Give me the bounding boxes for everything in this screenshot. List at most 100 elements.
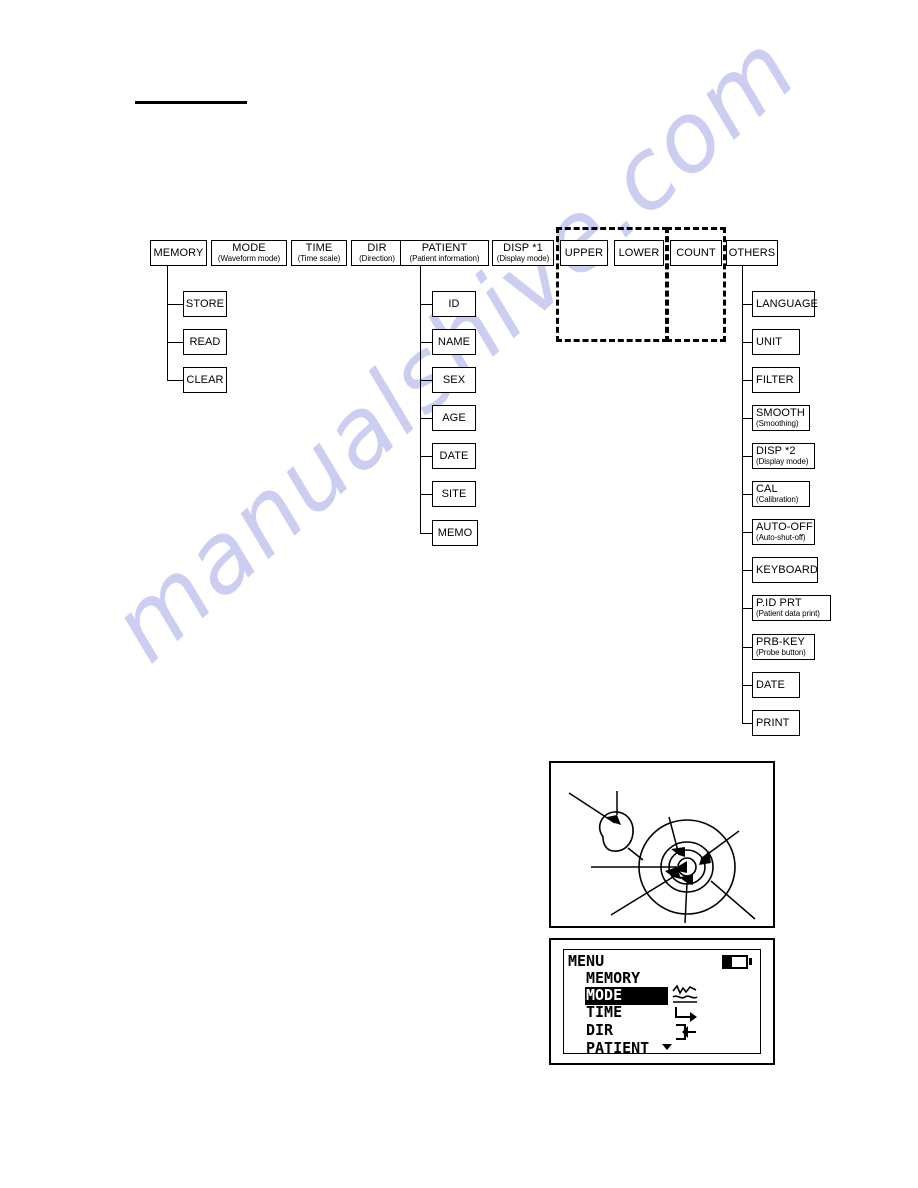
node-language[interactable]: LANGUAGE — [752, 291, 818, 317]
illustration-panel — [549, 761, 775, 928]
node-unit-label: UNIT — [756, 335, 783, 348]
node-count-label: COUNT — [676, 246, 716, 259]
connector-others-date — [742, 685, 752, 686]
connector-memory-clear — [167, 380, 183, 381]
node-mode[interactable]: MODE (Waveform mode) — [211, 240, 287, 266]
node-pid-prt[interactable]: P.ID PRT (Patient data print) — [752, 595, 831, 621]
node-print-label: PRINT — [756, 716, 790, 729]
node-patient[interactable]: PATIENT (Patient information) — [400, 240, 489, 266]
node-cal[interactable]: CAL (Calibration) — [752, 481, 810, 507]
connector-others-pidprt — [742, 608, 752, 609]
title-rule — [135, 101, 247, 104]
node-dir-label: DIR — [367, 242, 387, 254]
node-smooth-label: SMOOTH — [756, 407, 805, 419]
connector-patient-sex — [420, 380, 432, 381]
node-disp1[interactable]: DISP *1 (Display mode) — [492, 240, 554, 266]
node-language-label: LANGUAGE — [756, 297, 818, 310]
scroll-down-caret-icon[interactable] — [662, 1044, 672, 1050]
node-memory-label: MEMORY — [153, 246, 204, 259]
node-sex-label: SEX — [442, 373, 466, 386]
connector-patient-age — [420, 418, 432, 419]
node-smooth[interactable]: SMOOTH (Smoothing) — [752, 405, 810, 431]
lcd-screen-panel: MENU MEMORY MODE TIME DIR PATIENT — [549, 938, 775, 1065]
battery-icon — [722, 955, 748, 969]
node-disp1-sublabel: (Display mode) — [496, 254, 550, 263]
connector-others-filter — [742, 380, 752, 381]
node-filter-label: FILTER — [756, 373, 794, 386]
connector-others-cal — [742, 494, 752, 495]
node-id[interactable]: ID — [432, 291, 476, 317]
node-pid-prt-label: P.ID PRT — [756, 597, 802, 609]
connector-others-trunk — [742, 266, 743, 724]
node-filter[interactable]: FILTER — [752, 367, 800, 393]
node-memory[interactable]: MEMORY — [150, 240, 207, 266]
node-others[interactable]: OTHERS — [726, 240, 778, 266]
node-print[interactable]: PRINT — [752, 710, 800, 736]
node-name[interactable]: NAME — [432, 329, 476, 355]
node-id-label: ID — [448, 297, 460, 310]
page-canvas: manualshive.com MEMORY MODE (Waveform mo… — [0, 0, 918, 1188]
node-disp2-sublabel: (Display mode) — [756, 457, 809, 466]
node-clear[interactable]: CLEAR — [183, 367, 227, 393]
lcd-screen: MENU MEMORY MODE TIME DIR PATIENT — [563, 949, 761, 1056]
node-cal-label: CAL — [756, 483, 778, 495]
node-lower[interactable]: LOWER — [614, 240, 664, 266]
node-lower-label: LOWER — [618, 246, 660, 259]
node-upper-label: UPPER — [564, 246, 604, 259]
node-mode-sublabel: (Waveform mode) — [217, 254, 281, 263]
connector-memory-store — [167, 304, 183, 305]
node-time[interactable]: TIME (Time scale) — [291, 240, 347, 266]
node-time-label: TIME — [305, 242, 333, 254]
battery-tip-icon — [749, 958, 752, 965]
node-patient-label: PATIENT — [421, 242, 468, 254]
connector-others-unit — [742, 342, 752, 343]
connector-patient-site — [420, 494, 432, 495]
node-sex[interactable]: SEX — [432, 367, 476, 393]
direction-icon — [676, 1024, 696, 1040]
node-patient-date[interactable]: DATE — [432, 443, 476, 469]
node-dir[interactable]: DIR (Direction) — [351, 240, 403, 266]
node-auto-off-sublabel: (Auto-shut-off) — [756, 533, 806, 542]
connector-patient-date — [420, 456, 432, 457]
connector-patient-trunk — [420, 266, 421, 533]
node-memo[interactable]: MEMO — [432, 520, 478, 546]
connector-patient-name — [420, 342, 432, 343]
node-upper[interactable]: UPPER — [560, 240, 608, 266]
node-pid-prt-sublabel: (Patient data print) — [756, 609, 820, 618]
node-count[interactable]: COUNT — [670, 240, 722, 266]
node-others-date[interactable]: DATE — [752, 672, 800, 698]
lcd-item-patient[interactable]: PATIENT — [586, 1041, 649, 1056]
node-clear-label: CLEAR — [186, 373, 224, 386]
node-patient-sublabel: (Patient information) — [409, 254, 480, 263]
node-others-label: OTHERS — [728, 246, 776, 259]
connector-memory-read — [167, 342, 183, 343]
node-auto-off[interactable]: AUTO-OFF (Auto-shut-off) — [752, 519, 815, 545]
node-store-label: STORE — [185, 297, 225, 310]
node-store[interactable]: STORE — [183, 291, 227, 317]
connector-others-prbkey — [742, 647, 752, 648]
lcd-item-dir[interactable]: DIR — [586, 1023, 613, 1038]
lcd-item-memory[interactable]: MEMORY — [586, 971, 640, 986]
connector-patient-memo — [420, 533, 432, 534]
node-read[interactable]: READ — [183, 329, 227, 355]
connector-others-smooth — [742, 418, 752, 419]
node-read-label: READ — [189, 335, 221, 348]
node-patient-date-label: DATE — [439, 449, 469, 462]
node-age[interactable]: AGE — [432, 405, 476, 431]
node-mode-label: MODE — [232, 242, 266, 254]
node-site[interactable]: SITE — [432, 481, 476, 507]
connector-memory-trunk — [167, 266, 168, 380]
lcd-item-time[interactable]: TIME — [586, 1005, 622, 1020]
node-cal-sublabel: (Calibration) — [756, 495, 799, 504]
node-keyboard[interactable]: KEYBOARD — [752, 557, 818, 583]
node-prb-key[interactable]: PRB-KEY (Probe button) — [752, 634, 815, 660]
node-unit[interactable]: UNIT — [752, 329, 800, 355]
probe-dial-callout-illustration — [568, 791, 756, 924]
connector-patient-id — [420, 304, 432, 305]
node-site-label: SITE — [441, 487, 467, 500]
node-disp2[interactable]: DISP *2 (Display mode) — [752, 443, 815, 469]
connector-others-autooff — [742, 532, 752, 533]
node-smooth-sublabel: (Smoothing) — [756, 419, 799, 428]
node-auto-off-label: AUTO-OFF — [756, 521, 813, 533]
node-name-label: NAME — [437, 335, 471, 348]
